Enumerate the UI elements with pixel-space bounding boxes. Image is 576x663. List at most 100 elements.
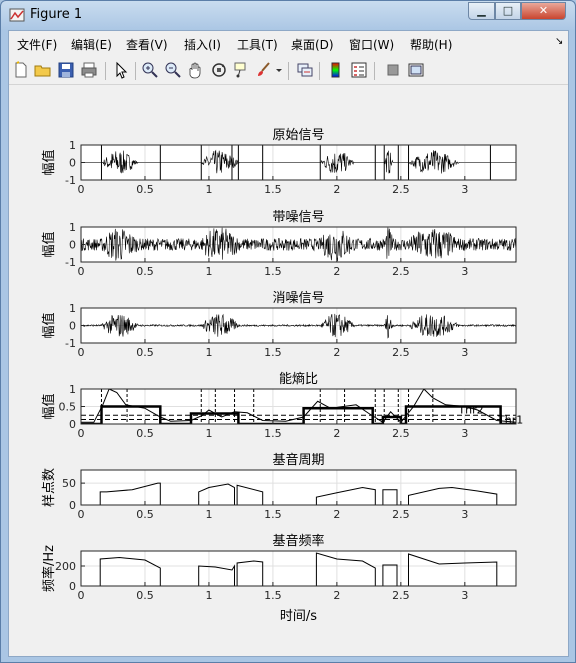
subplot-4 xyxy=(80,388,517,425)
x-tick-label: 1.5 xyxy=(264,589,282,602)
data-cursor-icon[interactable] xyxy=(232,61,250,79)
y-axis-label: 幅值 xyxy=(41,231,57,257)
x-tick-label: 1.5 xyxy=(264,183,282,196)
x-tick-label: 3 xyxy=(461,589,468,602)
pan-hand-icon[interactable] xyxy=(187,61,205,79)
x-tick-label: 1 xyxy=(205,427,212,440)
axes-background xyxy=(81,551,516,586)
x-tick-label: 0 xyxy=(78,589,85,602)
x-tick-label: 0.5 xyxy=(136,589,154,602)
x-tick-label: 0.5 xyxy=(136,427,154,440)
x-tick-label: 2 xyxy=(333,427,340,440)
subplot-3 xyxy=(80,307,517,344)
x-tick-label: 3 xyxy=(461,183,468,196)
menu-view[interactable]: 查看(V) xyxy=(126,36,168,53)
save-icon[interactable] xyxy=(57,61,75,79)
y-tick-label: 0.5 xyxy=(59,401,77,414)
x-tick-label: 1 xyxy=(205,183,212,196)
insert-legend-icon[interactable] xyxy=(350,61,368,79)
subplot-2 xyxy=(80,226,517,263)
maximize-button[interactable]: □ xyxy=(495,2,521,20)
matlab-figure-icon xyxy=(9,8,25,22)
x-tick-label: 1.5 xyxy=(264,265,282,278)
x-tick-label: 0.5 xyxy=(136,508,154,521)
x-tick-label: 1 xyxy=(205,265,212,278)
open-file-icon[interactable] xyxy=(34,61,52,79)
subplot-title: 能熵比 xyxy=(279,371,318,387)
link-plot-icon[interactable] xyxy=(296,61,314,79)
edit-plot-arrow-icon[interactable] xyxy=(112,61,130,79)
x-tick-label: 0.5 xyxy=(136,265,154,278)
figure-canvas[interactable]: 0 0.5 1 1.5 2 2.5 3 -1 0 1 原始信号 幅值 0 0.5 1 1.5 2 2.5 3 -1 0 1… xyxy=(9,85,568,656)
y-tick-label: 1 xyxy=(69,383,76,396)
menu-help[interactable]: 帮助(H) xyxy=(410,36,452,53)
zoom-in-icon[interactable] xyxy=(141,61,159,79)
y-tick-label: 200 xyxy=(55,560,76,573)
subplot-title: 基音频率 xyxy=(272,533,324,549)
close-button[interactable]: ✕ xyxy=(521,2,566,20)
show-plot-tools-icon[interactable] xyxy=(407,61,425,79)
annotation-thr2: Thr2 xyxy=(457,403,483,416)
x-tick-label: 2.5 xyxy=(392,265,410,278)
x-tick-label: 0.5 xyxy=(136,183,154,196)
x-tick-label: 0 xyxy=(78,265,85,278)
y-tick-label: 1 xyxy=(69,139,76,152)
subplot-5 xyxy=(80,469,517,506)
print-icon[interactable] xyxy=(80,61,98,79)
brush-icon[interactable] xyxy=(255,61,273,79)
x-tick-label: 2.5 xyxy=(392,183,410,196)
x-tick-label: 3 xyxy=(461,265,468,278)
menu-file[interactable]: 文件(F) xyxy=(17,36,57,53)
x-tick-label: 2.5 xyxy=(392,427,410,440)
toolbar-separator xyxy=(105,62,106,80)
y-tick-label: 1 xyxy=(69,221,76,234)
x-tick-label: 0 xyxy=(78,183,85,196)
y-tick-label: 0 xyxy=(69,499,76,512)
x-tick-label: 2 xyxy=(333,346,340,359)
menu-insert[interactable]: 插入(I) xyxy=(184,36,221,53)
subplot-title: 原始信号 xyxy=(272,128,324,143)
toolbar-separator xyxy=(319,62,320,80)
x-tick-label: 3 xyxy=(461,508,468,521)
x-tick-label: 2.5 xyxy=(392,346,410,359)
x-tick-label: 1 xyxy=(205,508,212,521)
menu-desktop[interactable]: 桌面(D) xyxy=(291,36,334,53)
menu-bar: 文件(F) 编辑(E) 查看(V) 插入(I) 工具(T) 桌面(D) 窗口(W… xyxy=(9,31,568,57)
menu-window[interactable]: 窗口(W) xyxy=(349,36,394,53)
x-tick-label: 3 xyxy=(461,427,468,440)
x-tick-label: 2.5 xyxy=(392,508,410,521)
window-title: Figure 1 xyxy=(30,7,83,22)
y-tick-label: 1 xyxy=(69,302,76,315)
hide-plot-tools-icon[interactable] xyxy=(384,61,402,79)
y-tick-label: 0 xyxy=(69,239,76,252)
minimize-button[interactable]: ▁ xyxy=(468,2,495,20)
y-tick-label: -1 xyxy=(65,337,76,350)
x-tick-label: 2.5 xyxy=(392,589,410,602)
y-tick-label: 0 xyxy=(69,157,76,170)
rotate-3d-icon[interactable] xyxy=(210,61,228,79)
x-tick-label: 2 xyxy=(333,508,340,521)
toolbar-separator xyxy=(374,62,375,80)
toolbar-separator xyxy=(135,62,136,80)
x-tick-label: 1.5 xyxy=(264,427,282,440)
x-axis-label: 时间/s xyxy=(280,609,317,624)
menu-tools[interactable]: 工具(T) xyxy=(237,36,278,53)
x-tick-label: 1 xyxy=(205,589,212,602)
title-bar[interactable]: Figure 1 ▁ □ ✕ xyxy=(1,1,575,29)
menu-edit[interactable]: 编辑(E) xyxy=(71,36,112,53)
x-tick-label: 0 xyxy=(78,346,85,359)
y-tick-label: -1 xyxy=(65,174,76,187)
x-tick-label: 0 xyxy=(78,427,85,440)
brush-dropdown-icon[interactable] xyxy=(275,61,283,79)
zoom-out-icon[interactable] xyxy=(164,61,182,79)
x-tick-label: 2 xyxy=(333,183,340,196)
figure-client-area: 文件(F) 编辑(E) 查看(V) 插入(I) 工具(T) 桌面(D) 窗口(W… xyxy=(8,30,569,657)
insert-colorbar-icon[interactable] xyxy=(327,61,345,79)
new-figure-icon[interactable] xyxy=(12,61,30,79)
dock-figure-icon[interactable]: ↘ xyxy=(555,36,563,47)
y-axis-label: 幅值 xyxy=(41,312,57,338)
x-tick-label: 1.5 xyxy=(264,508,282,521)
subplots-svg: 0 0.5 1 1.5 2 2.5 3-101原始信号幅值0 0.5 1 1.5 2 2.5 3-101… xyxy=(41,128,523,624)
subplot-1 xyxy=(80,144,517,181)
annotation-thr1: Thr1 xyxy=(497,413,523,426)
